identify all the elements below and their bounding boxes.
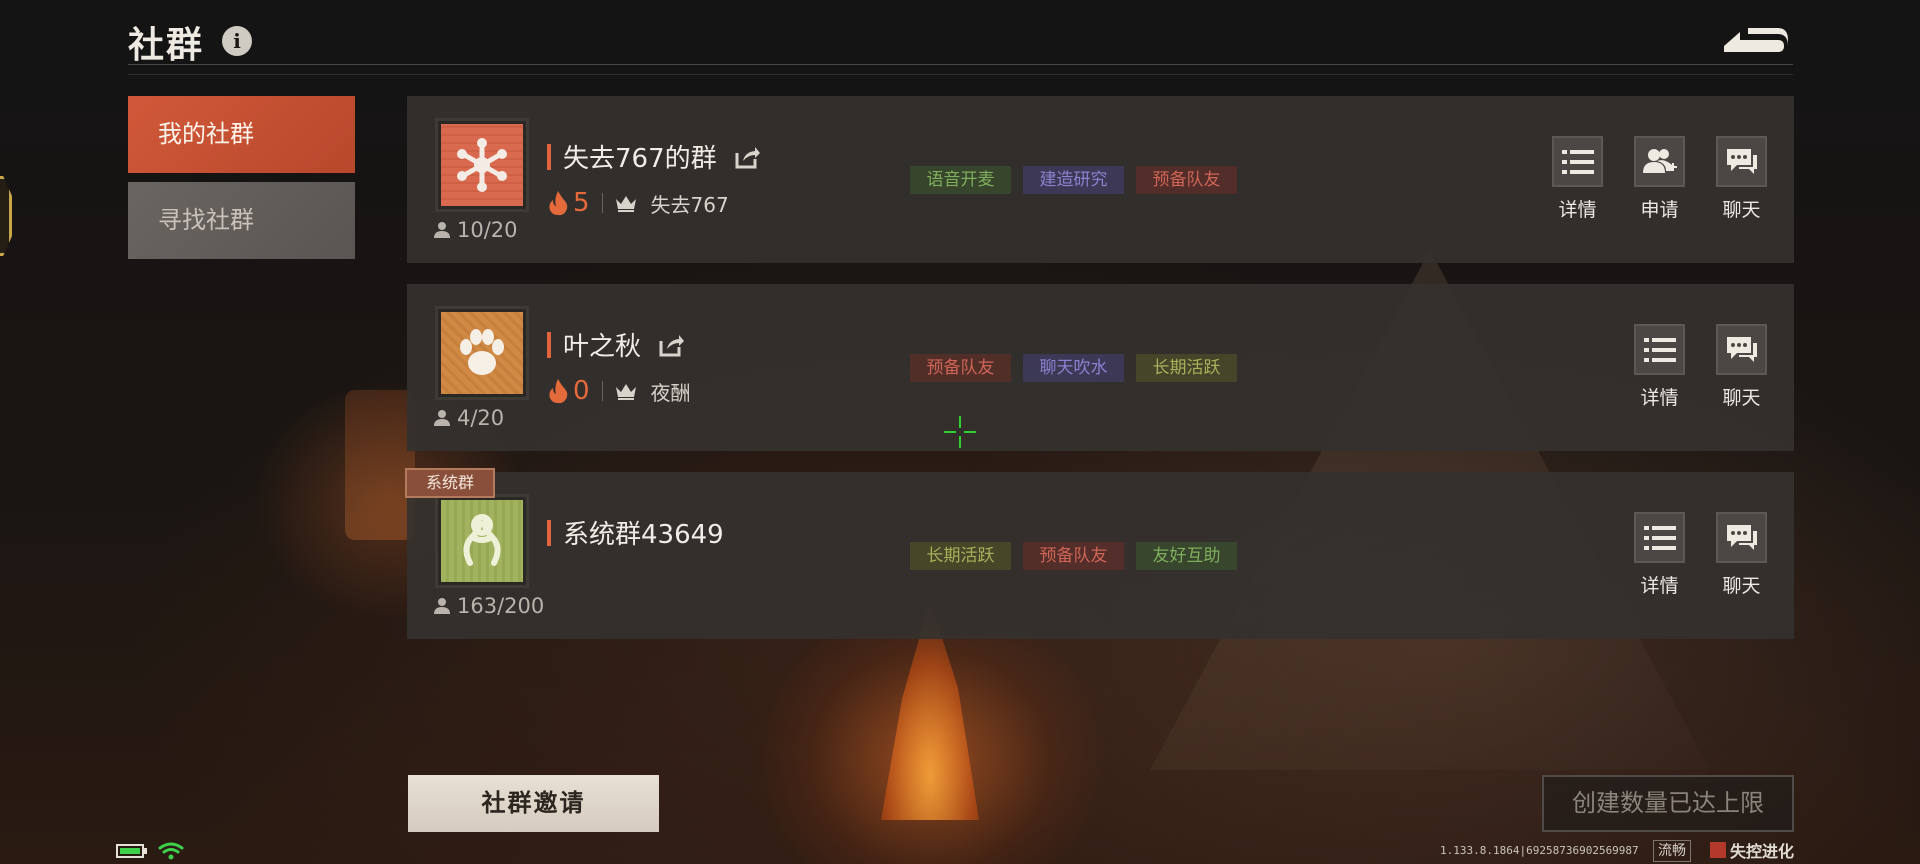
brand-mark-icon bbox=[1710, 842, 1726, 858]
group-avatar bbox=[435, 306, 529, 400]
group-tag: 预备队友 bbox=[1023, 542, 1124, 570]
lantern-background bbox=[345, 390, 415, 540]
name-accent-bar bbox=[547, 331, 551, 358]
crown-icon bbox=[615, 384, 636, 400]
page-title: 社群 bbox=[128, 25, 205, 66]
group-tag: 友好互助 bbox=[1136, 542, 1237, 570]
person-icon bbox=[434, 598, 450, 614]
member-count-text: 163/200 bbox=[457, 594, 545, 618]
stat-separator bbox=[601, 381, 603, 401]
add-people-icon bbox=[1642, 148, 1677, 173]
brand-text: 失控进化 bbox=[1730, 842, 1795, 861]
group-avatar bbox=[435, 494, 529, 588]
chat-icon bbox=[1726, 524, 1757, 550]
stat-separator bbox=[601, 193, 603, 213]
chat-button[interactable]: 聊天 bbox=[1716, 136, 1767, 222]
brand-logo: 失控进化 bbox=[1710, 838, 1794, 862]
group-name: 失去767的群 bbox=[563, 144, 717, 174]
chat-label: 聊天 bbox=[1722, 575, 1761, 597]
header-divider bbox=[128, 64, 1793, 65]
group-name: 叶之秋 bbox=[563, 332, 642, 362]
chat-button[interactable]: 聊天 bbox=[1716, 324, 1767, 410]
list-icon bbox=[1561, 149, 1594, 174]
paw-icon bbox=[460, 329, 504, 375]
group-tag: 建造研究 bbox=[1023, 166, 1124, 194]
list-icon bbox=[1643, 337, 1676, 362]
back-arrow-icon bbox=[1724, 28, 1788, 52]
share-icon[interactable] bbox=[657, 331, 685, 359]
name-accent-bar bbox=[547, 519, 551, 546]
owner-name: 夜酬 bbox=[650, 380, 691, 405]
info-icon[interactable]: i bbox=[222, 26, 252, 56]
chat-label: 聊天 bbox=[1722, 199, 1761, 221]
list-icon bbox=[1643, 525, 1676, 550]
wifi-icon bbox=[158, 842, 184, 860]
crown-icon bbox=[615, 196, 636, 212]
sidebar-item-label: 我的社群 bbox=[158, 120, 254, 148]
share-icon[interactable] bbox=[733, 143, 761, 171]
fire-icon bbox=[549, 379, 568, 404]
system-group-badge: 系统群 bbox=[405, 468, 495, 498]
header-divider-secondary bbox=[128, 74, 1793, 75]
chat-label: 聊天 bbox=[1722, 387, 1761, 409]
snowflake-icon bbox=[457, 138, 507, 192]
details-label: 详情 bbox=[1558, 199, 1597, 221]
member-count: 4/20 bbox=[433, 406, 504, 430]
group-name: 系统群43649 bbox=[563, 520, 724, 550]
apply-label: 申请 bbox=[1640, 199, 1679, 221]
chat-icon bbox=[1726, 148, 1757, 174]
group-tag: 聊天吹水 bbox=[1023, 354, 1124, 382]
sidebar-item-find-groups[interactable]: 寻找社群 bbox=[128, 182, 355, 259]
owner-name: 失去767 bbox=[650, 192, 729, 217]
details-button[interactable]: 详情 bbox=[1552, 136, 1603, 222]
group-tag: 长期活跃 bbox=[910, 542, 1011, 570]
member-count: 10/20 bbox=[433, 218, 518, 242]
member-count-text: 4/20 bbox=[457, 406, 505, 430]
group-avatar bbox=[435, 118, 529, 212]
crosshair-icon bbox=[944, 416, 976, 448]
member-count: 163/200 bbox=[433, 594, 544, 618]
version-text: 1.133.8.1864|6925873690256998​7 bbox=[1440, 844, 1639, 857]
fluency-badge: 流畅 bbox=[1653, 840, 1691, 862]
chat-icon bbox=[1726, 336, 1757, 362]
person-icon bbox=[434, 410, 450, 426]
device-status bbox=[116, 842, 184, 860]
heat-value: 5 bbox=[573, 188, 590, 218]
back-button[interactable] bbox=[1718, 20, 1790, 56]
apply-button[interactable]: 申请 bbox=[1634, 136, 1685, 222]
details-label: 详情 bbox=[1640, 387, 1679, 409]
sidebar-item-my-groups[interactable]: 我的社群 bbox=[128, 96, 355, 173]
heat-value: 0 bbox=[573, 376, 590, 406]
details-label: 详情 bbox=[1640, 575, 1679, 597]
group-tag: 长期活跃 bbox=[1136, 354, 1237, 382]
create-limit-button: 创建数量已达上限 bbox=[1542, 775, 1794, 832]
member-count-text: 10/20 bbox=[457, 218, 518, 242]
group-tag: 语音开麦 bbox=[910, 166, 1011, 194]
group-card[interactable]: 系统群 163/200 系统群43649 长期活跃 预备队友 友好互助 详情 聊… bbox=[405, 468, 1794, 639]
details-button[interactable]: 详情 bbox=[1634, 324, 1685, 410]
person-icon bbox=[434, 222, 450, 238]
group-tag: 预备队友 bbox=[1136, 166, 1237, 194]
battery-icon bbox=[116, 844, 147, 858]
group-invite-button[interactable]: 社群邀请 bbox=[408, 775, 659, 832]
name-accent-bar bbox=[547, 143, 551, 170]
group-card[interactable]: 10/20 失去767的群 5 失去767 语音开麦 建造研究 预备队友 详情 … bbox=[407, 96, 1794, 263]
fire-icon bbox=[549, 191, 568, 216]
group-tag: 预备队友 bbox=[910, 354, 1011, 382]
sidebar-item-label: 寻找社群 bbox=[158, 206, 254, 234]
rope-knot-icon bbox=[463, 514, 501, 566]
group-card[interactable]: 4/20 叶之秋 0 夜酬 预备队友 聊天吹水 长期活跃 详情 聊天 bbox=[407, 284, 1794, 451]
chat-button[interactable]: 聊天 bbox=[1716, 512, 1767, 598]
details-button[interactable]: 详情 bbox=[1634, 512, 1685, 598]
